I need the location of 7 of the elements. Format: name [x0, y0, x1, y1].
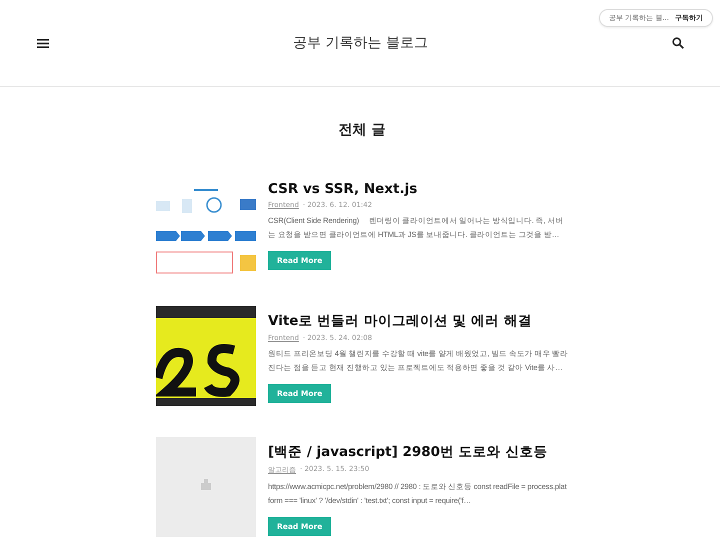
- post-title[interactable]: Vite로 번들러 마이그레이션 및 에러 해결: [268, 312, 568, 330]
- search-icon[interactable]: [672, 37, 684, 49]
- blog-title[interactable]: 공부 기록하는 블로그: [293, 34, 428, 52]
- post-title[interactable]: [백준 / javascript] 2980번 도로와 신호등: [268, 443, 568, 461]
- page-heading: 전체 글: [338, 121, 386, 139]
- menu-icon[interactable]: [37, 38, 49, 48]
- post-title[interactable]: CSR vs SSR, Next.js: [268, 181, 568, 197]
